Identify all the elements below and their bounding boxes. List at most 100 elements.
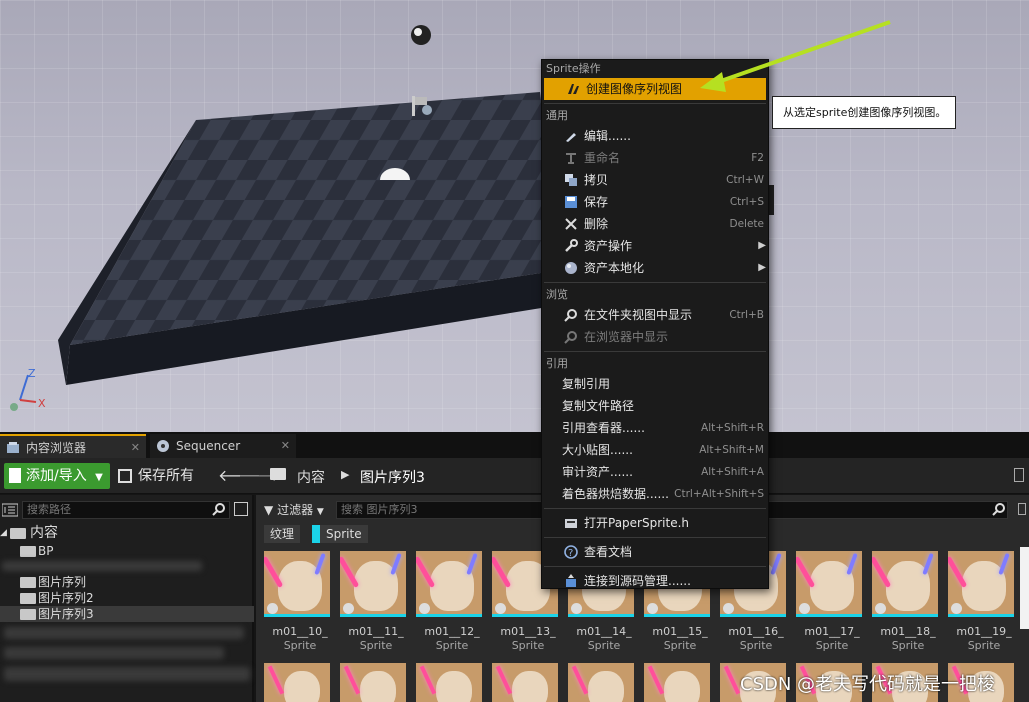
folder-icon (270, 468, 286, 480)
save-all-button[interactable]: 保存所有 (118, 463, 194, 489)
tree-item-image-sequence-3[interactable]: 图片序列3 (0, 606, 254, 622)
tab-sequencer[interactable]: Sequencer ✕ (150, 434, 296, 458)
chevron-down-icon: ▼ (316, 507, 324, 517)
view-options-icon[interactable] (234, 502, 248, 516)
magnifier-icon (564, 309, 577, 322)
filter-chip-sprite[interactable]: Sprite (312, 525, 368, 543)
asset-type: Sprite (283, 639, 317, 652)
asset-tile[interactable]: m01__19_ Sprite (946, 551, 1016, 652)
scrollbar[interactable] (1020, 547, 1029, 629)
asset-type: Sprite (815, 639, 849, 652)
sprite-badge-icon (875, 603, 886, 614)
menu-item-shader-cook[interactable]: 着色器烘焙数据...... Ctrl+Alt+Shift+S (542, 483, 768, 505)
tree-item-bp[interactable]: BP (0, 543, 254, 559)
menu-item-show-in-explorer[interactable]: 在浏览器中显示 (542, 326, 768, 348)
context-menu[interactable]: Sprite操作 创建图像序列视图 通用 编辑...... 重命名 F2 拷贝 … (541, 59, 769, 589)
filters-button[interactable]: ▼ 过滤器 ▼ (264, 501, 324, 518)
asset-name: m01__19_ (956, 625, 1012, 638)
asset-tile-partial[interactable] (642, 663, 712, 702)
sprite-badge-icon (267, 603, 278, 614)
blurred-region (4, 627, 244, 639)
path-search-input[interactable]: 搜索路径 (22, 501, 230, 519)
cat-image (360, 671, 396, 702)
menu-item-delete[interactable]: 删除 Delete (542, 213, 768, 235)
menu-item-open-source[interactable]: 打开PaperSprite.h (542, 512, 768, 534)
cat-image (436, 671, 472, 702)
asset-type: Sprite (663, 639, 697, 652)
search-icon[interactable] (212, 502, 226, 516)
tree-label: 图片序列3 (38, 607, 94, 621)
asset-thumbnail (492, 663, 558, 702)
asset-tile[interactable]: m01__12_ Sprite (414, 551, 484, 652)
asset-tile-partial[interactable] (262, 663, 332, 702)
tree-item-image-sequence-2[interactable]: 图片序列2 (0, 590, 254, 606)
asset-tile-partial[interactable] (414, 663, 484, 702)
asset-thumbnail (872, 551, 938, 617)
menu-item-asset-actions[interactable]: 资产操作 ▶ (542, 235, 768, 257)
menu-item-reference-viewer[interactable]: 引用查看器...... Alt+Shift+R (542, 417, 768, 439)
section-common: 通用 (546, 109, 568, 122)
menu-separator (544, 537, 766, 538)
breadcrumb-item[interactable]: 内容 (297, 467, 325, 487)
menu-item-copy-file-path[interactable]: 复制文件路径 (542, 395, 768, 417)
menu-item-save[interactable]: 保存 Ctrl+S (542, 191, 768, 213)
chip-label: Sprite (326, 527, 362, 541)
level-viewport[interactable]: Z X (0, 0, 1029, 432)
menu-item-size-map[interactable]: 大小贴图...... Alt+Shift+M (542, 439, 768, 461)
close-tab-icon[interactable]: ✕ (131, 436, 140, 460)
filter-chip-texture[interactable]: 纹理 (264, 525, 301, 543)
breadcrumb-item[interactable]: 图片序列3 (360, 467, 425, 487)
sources-panel: 搜索路径 ◢ 内容 BP 图片序列 图片序列2 图片序列3 (0, 495, 254, 702)
lightsaber-image (922, 552, 934, 576)
menu-item-asset-localization[interactable]: 资产本地化 ▶ (542, 257, 768, 279)
asset-name: m01__17_ (804, 625, 860, 638)
lock-icon[interactable] (1014, 468, 1024, 482)
tab-content-browser[interactable]: 内容浏览器 ✕ (0, 434, 146, 458)
delete-icon (565, 218, 577, 230)
menu-item-label: 查看文档 (584, 545, 633, 559)
menu-item-label: 审计资产...... (562, 465, 633, 479)
asset-tile-partial[interactable] (566, 663, 636, 702)
save-icon (118, 469, 132, 483)
watermark: CSDN @老夫写代码就是一把梭 (740, 674, 996, 695)
asset-tile[interactable]: m01__11_ Sprite (338, 551, 408, 652)
menu-item-show-in-folder[interactable]: 在文件夹视图中显示 Ctrl+B (542, 304, 768, 326)
cat-image (284, 671, 320, 702)
save-all-label: 保存所有 (138, 468, 194, 484)
asset-tile[interactable]: m01__18_ Sprite (870, 551, 940, 652)
menu-item-copy-reference[interactable]: 复制引用 (542, 373, 768, 395)
asset-thumbnail (264, 551, 330, 617)
asset-type-color-bar (492, 614, 558, 617)
tree-item-content[interactable]: ◢ 内容 (0, 525, 254, 541)
menu-item-view-docs[interactable]: ? 查看文档 (542, 541, 768, 563)
menu-item-label: 复制文件路径 (562, 399, 635, 413)
menu-item-rename[interactable]: 重命名 F2 (542, 147, 768, 169)
blurred-region (4, 647, 224, 659)
add-import-label: 添加/导入 (26, 468, 87, 484)
menu-item-create-flipbook[interactable]: 创建图像序列视图 (544, 78, 766, 100)
filters-label: 过滤器 (277, 503, 314, 517)
tree-item-image-sequence[interactable]: 图片序列 (0, 574, 254, 590)
asset-tile[interactable]: m01__10_ Sprite (262, 551, 332, 652)
asset-type: Sprite (359, 639, 393, 652)
menu-item-audit-assets[interactable]: 审计资产...... Alt+Shift+A (542, 461, 768, 483)
menu-item-connect-scm[interactable]: 连接到源码管理...... (542, 570, 768, 592)
asset-tile-partial[interactable] (490, 663, 560, 702)
menu-item-label: 创建图像序列视图 (586, 82, 683, 96)
expand-arrow-icon[interactable]: ◢ (0, 525, 7, 541)
search-icon[interactable] (992, 502, 1006, 516)
collapse-sources-icon[interactable] (2, 503, 18, 517)
menu-separator (544, 351, 766, 352)
breadcrumb-separator-icon[interactable]: ▶ (341, 468, 349, 481)
add-import-button[interactable]: 添加/导入 ▼ (4, 463, 110, 489)
asset-tile-partial[interactable] (338, 663, 408, 702)
cat-image (588, 671, 624, 702)
asset-type-color-bar (416, 614, 482, 617)
asset-tile[interactable]: m01__17_ Sprite (794, 551, 864, 652)
lock-icon[interactable] (1018, 503, 1026, 515)
menu-item-label: 在浏览器中显示 (584, 330, 669, 344)
close-tab-icon[interactable]: ✕ (281, 434, 290, 458)
menu-item-edit[interactable]: 编辑...... (542, 125, 768, 147)
blurred-region (4, 667, 250, 681)
menu-item-duplicate[interactable]: 拷贝 Ctrl+W (542, 169, 768, 191)
